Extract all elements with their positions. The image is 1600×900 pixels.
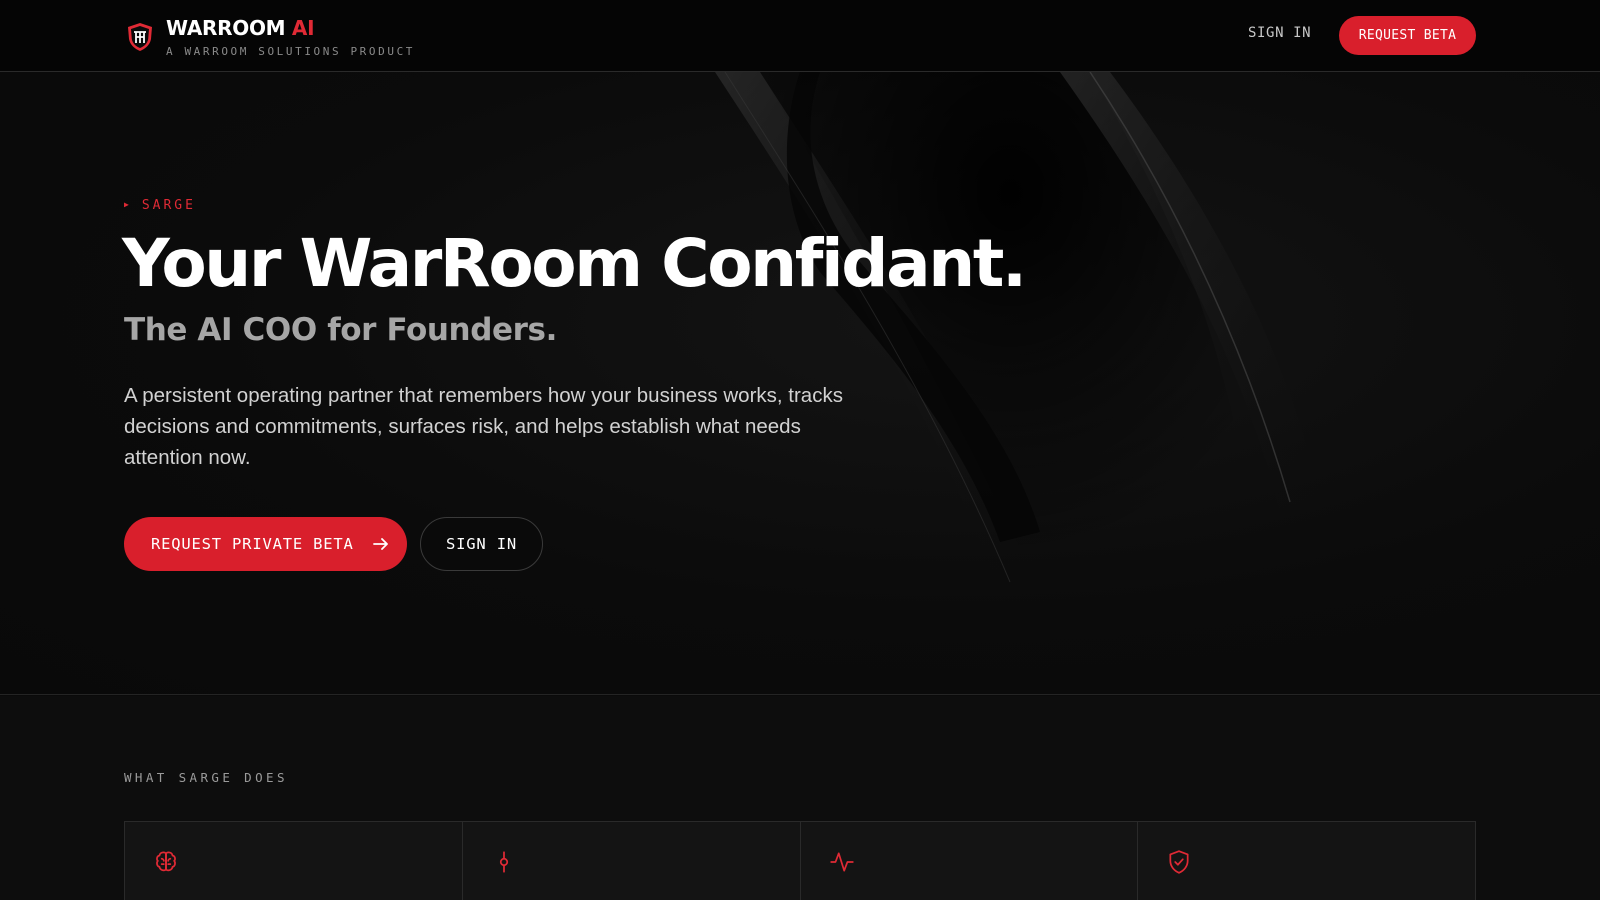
feature-card-memory[interactable] xyxy=(125,822,463,900)
features-section-label: WHAT SARGE DOES xyxy=(124,770,288,785)
nav-sign-in-link[interactable]: SIGN IN xyxy=(1248,25,1311,41)
hero-headline: Your WarRoom Confidant. xyxy=(122,225,1027,302)
brand-text: WARROOM AI A WARROOM SOLUTIONS PRODUCT xyxy=(166,16,415,58)
brand-logo[interactable]: WARROOM AI A WARROOM SOLUTIONS PRODUCT xyxy=(124,16,415,58)
arrow-right-icon xyxy=(372,538,388,550)
brand-tagline: A WARROOM SOLUTIONS PRODUCT xyxy=(166,45,416,58)
features-section: WHAT SARGE DOES xyxy=(0,696,1600,900)
hero-subheadline: The AI COO for Founders. xyxy=(124,312,557,348)
commit-icon xyxy=(499,851,508,873)
brand-name: WARROOM AI xyxy=(166,16,415,40)
hero-description: A persistent operating partner that reme… xyxy=(124,384,843,469)
activity-icon xyxy=(829,852,854,872)
shield-crest-icon xyxy=(128,23,152,51)
feature-card-risk[interactable] xyxy=(801,822,1139,900)
hero-section: ▶ SARGE Your WarRoom Confidant. The AI CO… xyxy=(0,72,1600,695)
brand-name-main: WARROOM xyxy=(166,16,286,40)
hero-eyebrow-text: SARGE xyxy=(141,198,196,213)
feature-card-tracking[interactable] xyxy=(463,822,801,900)
hero-sign-in-button[interactable]: SIGN IN xyxy=(420,517,543,571)
feature-card-priorities[interactable] xyxy=(1138,822,1475,900)
nav-request-beta-button[interactable]: REQUEST BETA xyxy=(1339,16,1476,55)
feature-cards xyxy=(124,821,1476,900)
site-header: WARROOM AI A WARROOM SOLUTIONS PRODUCT S… xyxy=(0,0,1600,72)
triangle-right-icon: ▶ xyxy=(124,200,132,209)
hero-eyebrow: ▶ SARGE xyxy=(124,198,196,213)
request-private-beta-button[interactable]: REQUEST PRIVATE BETA xyxy=(124,517,407,571)
brand-name-accent: AI xyxy=(291,16,315,40)
shield-check-icon xyxy=(1169,850,1189,874)
request-private-beta-label: REQUEST PRIVATE BETA xyxy=(151,535,354,553)
brain-icon xyxy=(156,851,176,872)
